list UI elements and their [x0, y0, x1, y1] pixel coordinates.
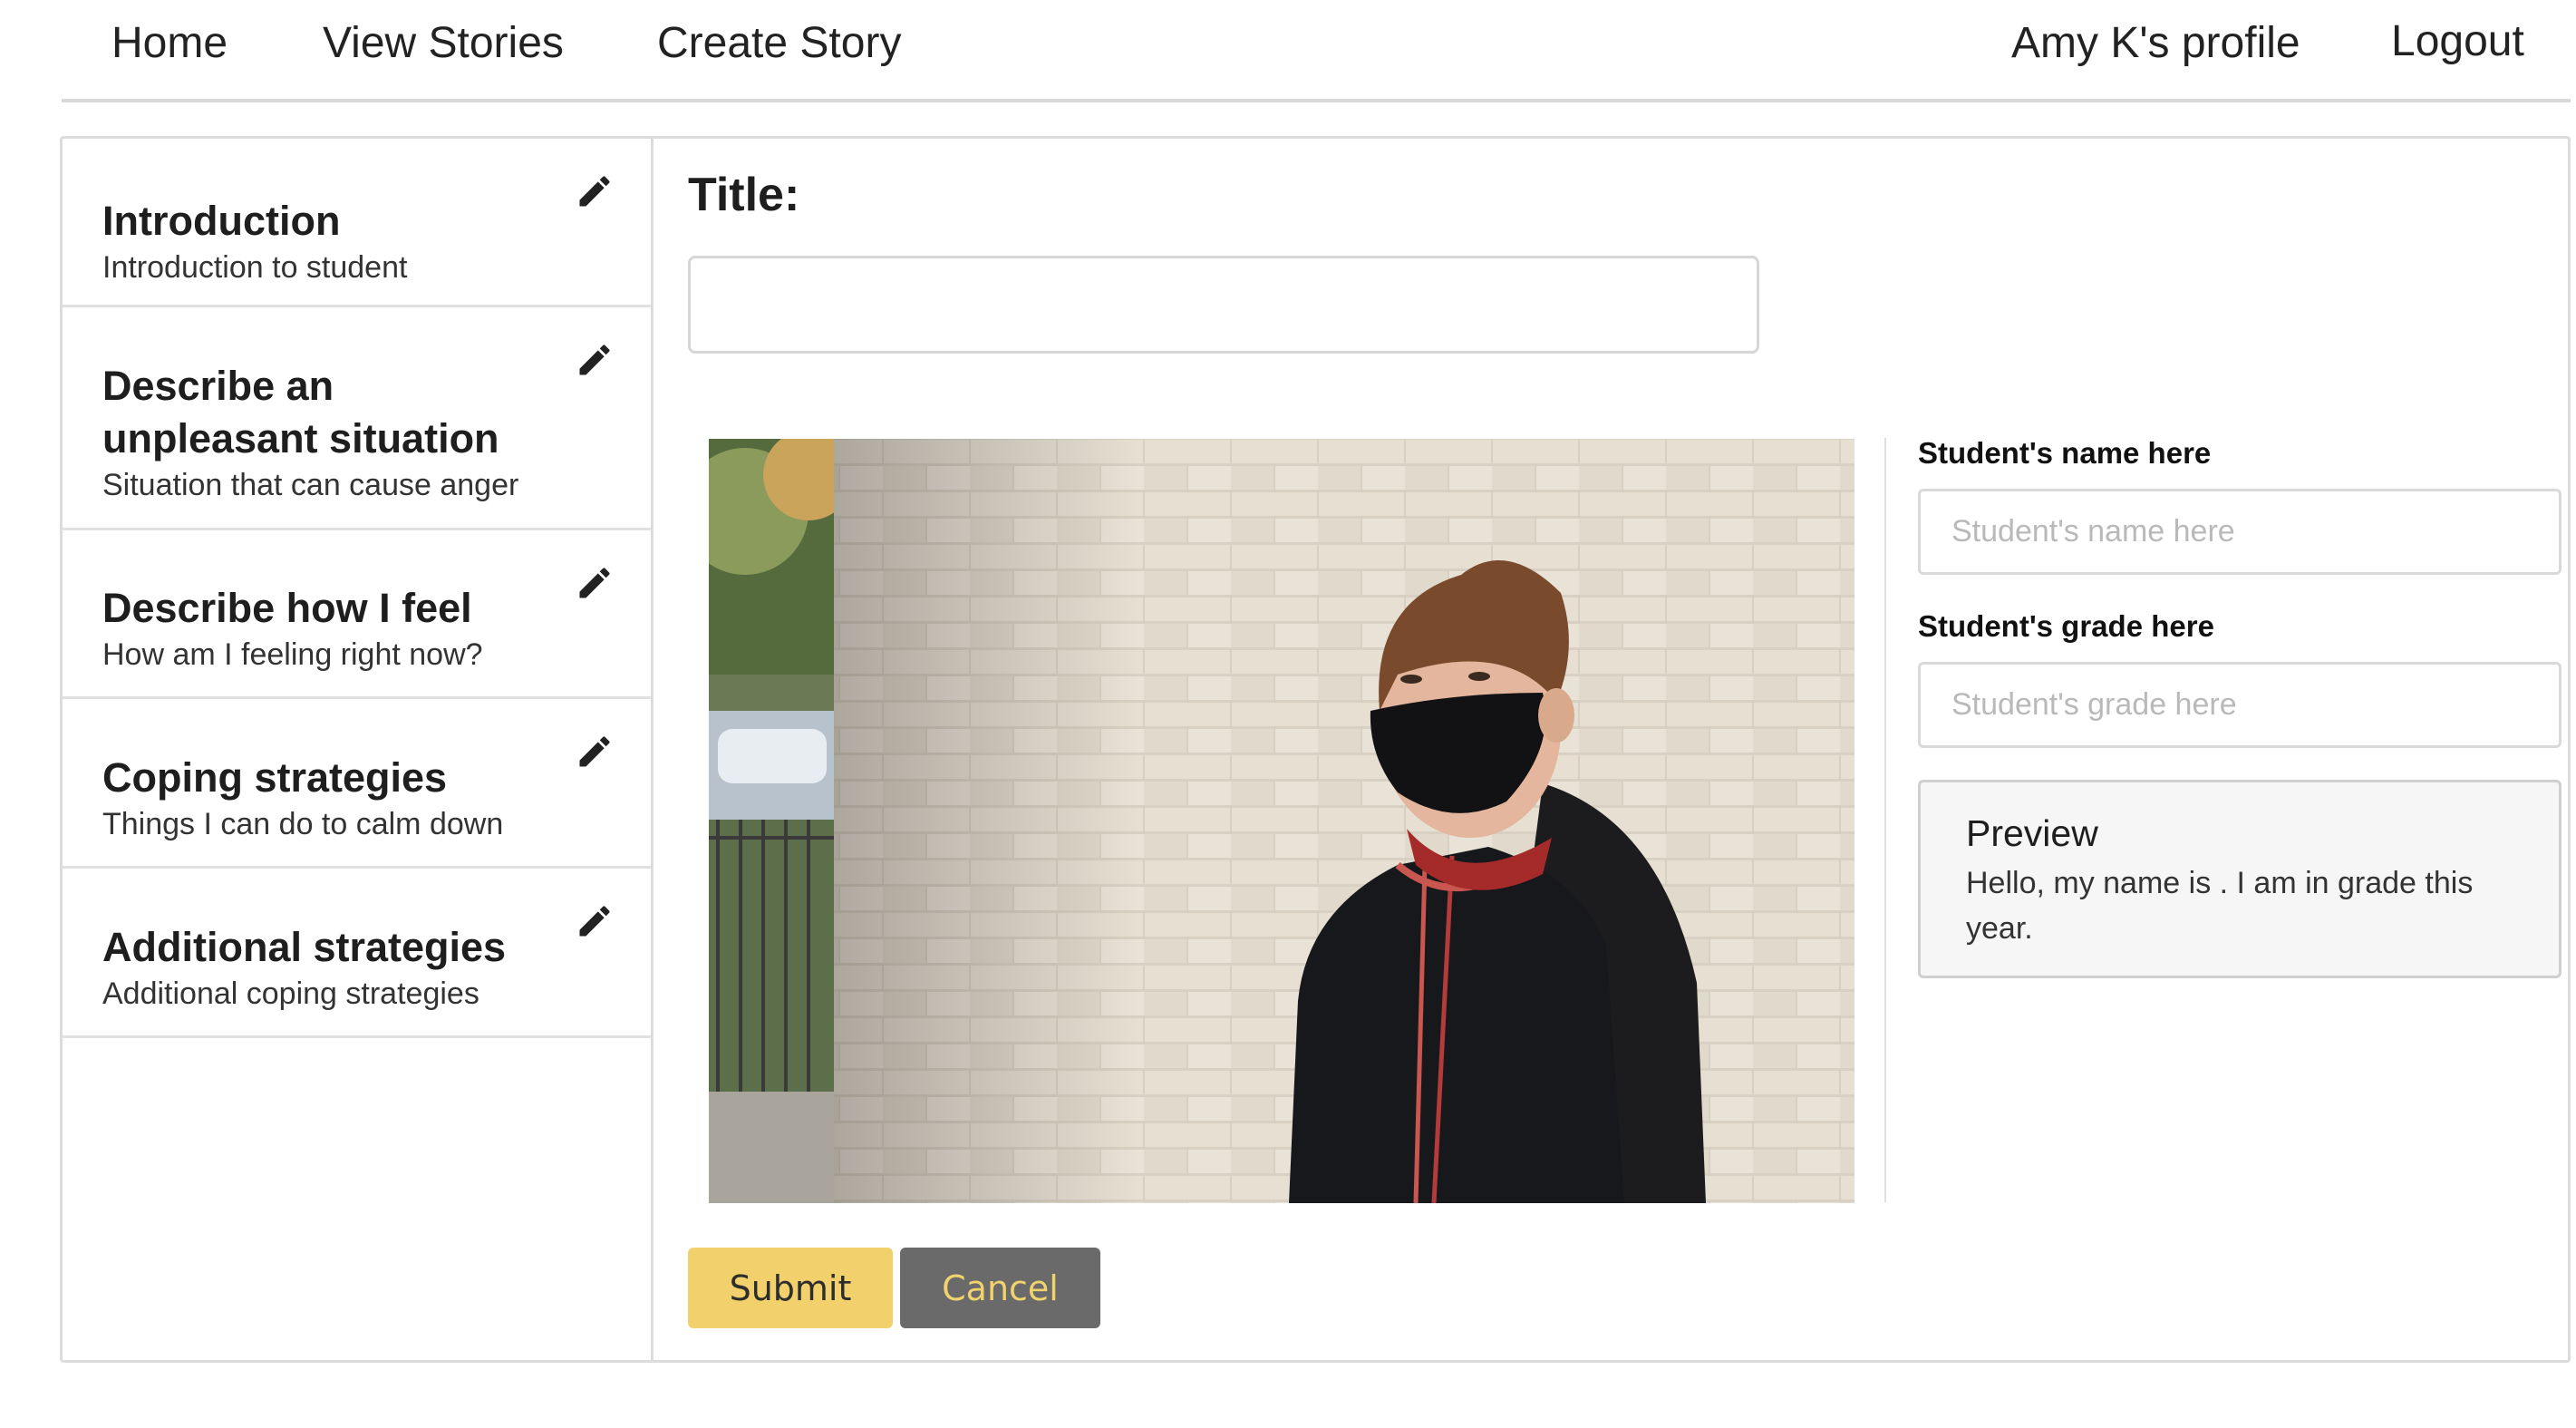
- story-content-panel: Title: Student's name here Student's nam…: [656, 139, 2568, 1360]
- sidebar-item-title: Describe an unpleasant situation: [102, 363, 499, 461]
- preview-title: Preview: [1966, 812, 2098, 854]
- cancel-button[interactable]: Cancel: [900, 1248, 1100, 1328]
- sidebar-item-additional-strategies[interactable]: Additional strategies Additional coping …: [63, 869, 651, 1038]
- sidebar-item-subtitle: How am I feeling right now?: [102, 637, 483, 672]
- sidebar-item-subtitle: Things I can do to calm down: [102, 807, 504, 841]
- nav-logout-link[interactable]: Logout: [2391, 15, 2524, 69]
- sidebar-item-title: Introduction: [102, 198, 341, 244]
- sidebar-item-title: Additional strategies: [102, 924, 507, 970]
- vertical-divider: [1884, 438, 1886, 1202]
- sidebar-item-subtitle: Additional coping strategies: [102, 976, 479, 1011]
- sidebar-item-introduction[interactable]: Introduction Introduction to student: [63, 139, 651, 307]
- submit-button[interactable]: Submit: [688, 1248, 893, 1328]
- sidebar-item-unpleasant-situation[interactable]: Describe an unpleasant situation Situati…: [63, 307, 651, 530]
- nav-home-link[interactable]: Home: [111, 16, 228, 71]
- sidebar-item-title: Describe how I feel: [102, 585, 472, 631]
- student-name-label: Student's name here: [1918, 436, 2212, 470]
- student-grade-input[interactable]: [1918, 662, 2561, 748]
- section-sidebar: Introduction Introduction to student Des…: [63, 139, 654, 1360]
- nav-create-story-link[interactable]: Create Story: [657, 16, 901, 71]
- top-navigation: Home View Stories Create Story Amy K's p…: [62, 0, 2571, 102]
- preview-text: Hello, my name is . I am in grade this y…: [1966, 866, 2474, 946]
- sidebar-item-subtitle: Situation that can cause anger: [102, 468, 519, 502]
- sidebar-item-how-i-feel[interactable]: Describe how I feel How am I feeling rig…: [63, 530, 651, 699]
- title-label: Title:: [688, 169, 800, 221]
- student-grade-label: Student's grade here: [1918, 609, 2214, 643]
- title-input[interactable]: [688, 256, 1759, 354]
- nav-profile-link[interactable]: Amy K's profile: [2011, 16, 2300, 71]
- story-image: [709, 439, 1855, 1203]
- preview-box: Preview Hello, my name is . I am in grad…: [1918, 780, 2561, 978]
- story-editor-frame: Introduction Introduction to student Des…: [60, 136, 2571, 1363]
- sidebar-item-subtitle: Introduction to student: [102, 250, 408, 285]
- student-name-input[interactable]: [1918, 489, 2561, 575]
- sidebar-item-coping-strategies[interactable]: Coping strategies Things I can do to cal…: [63, 699, 651, 869]
- nav-view-stories-link[interactable]: View Stories: [323, 16, 564, 71]
- sidebar-item-title: Coping strategies: [102, 754, 448, 801]
